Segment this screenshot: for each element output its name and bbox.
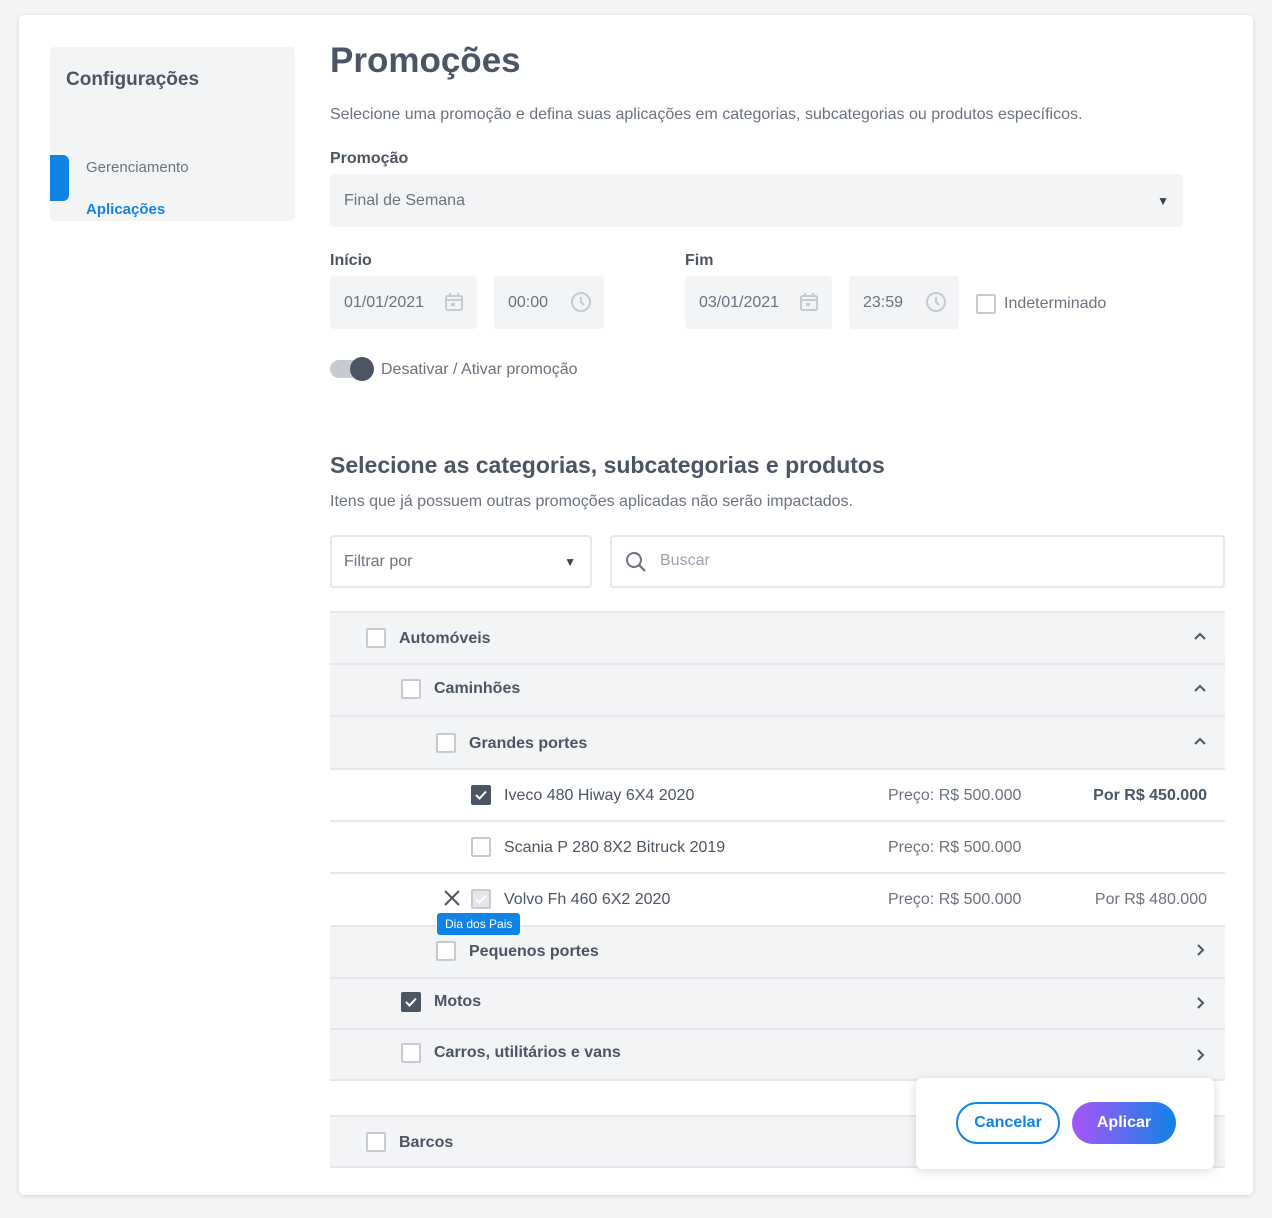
checkbox-product-disabled	[471, 889, 491, 909]
tree-label-automoveis: Automóveis	[399, 630, 491, 647]
sidebar-item-aplicacoes[interactable]: Aplicações	[86, 201, 165, 218]
tree-row-grandes-portes[interactable]: Grandes portes	[330, 715, 1225, 768]
toggle-knob	[350, 357, 374, 381]
checkbox-pequenos-portes[interactable]	[436, 941, 456, 961]
calendar-icon	[443, 291, 465, 318]
chevron-down-icon: ▼	[1157, 193, 1169, 208]
tree-row-carros[interactable]: Carros, utilitários e vans	[330, 1028, 1225, 1081]
product-price: Preço: R$ 500.000	[888, 891, 1022, 908]
tree-label-motos: Motos	[434, 993, 482, 1010]
promo-select[interactable]: Final de Semana ▼	[330, 174, 1183, 227]
tree-row-automoveis[interactable]: Automóveis	[330, 611, 1225, 663]
page-subtitle: Selecione uma promoção e defina suas apl…	[330, 106, 1083, 123]
indeterminate-checkbox[interactable]	[976, 294, 996, 314]
end-time-value: 23:59	[863, 293, 904, 311]
product-name: Iveco 480 Hiway 6X4 2020	[504, 787, 695, 804]
cancel-button[interactable]: Cancelar	[956, 1102, 1060, 1144]
filter-placeholder: Filtrar por	[344, 552, 413, 570]
end-date-field[interactable]: 03/01/2021	[685, 276, 832, 329]
tree-label-carros: Carros, utilitários e vans	[434, 1044, 621, 1061]
apply-button[interactable]: Aplicar	[1072, 1102, 1176, 1144]
indeterminate-label: Indeterminado	[1004, 295, 1107, 312]
calendar-icon	[798, 291, 820, 318]
clock-icon	[925, 291, 947, 318]
chevron-up-icon[interactable]	[1193, 630, 1207, 649]
product-new-price: Por R$ 450.000	[1093, 787, 1207, 804]
clock-icon	[570, 291, 592, 318]
close-icon[interactable]	[443, 889, 461, 912]
start-date-field[interactable]: 01/01/2021	[330, 276, 477, 329]
checkbox-automoveis[interactable]	[366, 628, 386, 648]
product-new-price: Por R$ 480.000	[1094, 891, 1207, 908]
toggle-label: Desativar / Ativar promoção	[381, 361, 578, 378]
tree-label-pequenos-portes: Pequenos portes	[469, 943, 599, 960]
product-price: Preço: R$ 500.000	[888, 839, 1022, 856]
product-name: Scania P 280 8X2 Bitruck 2019	[504, 839, 726, 856]
chevron-right-icon[interactable]	[1193, 943, 1207, 962]
checkbox-motos[interactable]	[401, 992, 421, 1012]
search-icon	[624, 550, 648, 579]
chevron-right-icon[interactable]	[1193, 996, 1207, 1015]
chevron-right-icon[interactable]	[1193, 1048, 1207, 1067]
checkbox-grandes-portes[interactable]	[436, 733, 456, 753]
sidebar-item-gerenciamento[interactable]: Gerenciamento	[86, 159, 189, 176]
action-panel: Cancelar Aplicar	[916, 1078, 1214, 1169]
search-input[interactable]: Buscar	[610, 535, 1225, 588]
sidebar-title: Configurações	[66, 69, 200, 90]
promotion-tag: Dia dos Pais	[437, 913, 521, 935]
start-date-value: 01/01/2021	[344, 293, 425, 311]
product-price: Preço: R$ 500.000	[888, 787, 1022, 804]
sidebar: Configurações Gerenciamento Aplicações	[50, 47, 295, 221]
chevron-down-icon: ▼	[564, 554, 576, 569]
product-row[interactable]: Scania P 280 8X2 Bitruck 2019 Preço: R$ …	[330, 820, 1225, 872]
chevron-up-icon[interactable]	[1193, 735, 1207, 754]
tree-row-motos[interactable]: Motos	[330, 977, 1225, 1028]
start-time-field[interactable]: 00:00	[494, 276, 604, 329]
checkbox-caminhoes[interactable]	[401, 679, 421, 699]
end-date-value: 03/01/2021	[699, 293, 780, 311]
promo-active-toggle[interactable]	[330, 357, 374, 381]
page-card: Configurações Gerenciamento Aplicações P…	[19, 15, 1253, 1195]
promo-label: Promoção	[330, 150, 409, 167]
product-row[interactable]: Iveco 480 Hiway 6X4 2020 Preço: R$ 500.0…	[330, 768, 1225, 820]
checkbox-product[interactable]	[471, 837, 491, 857]
chevron-up-icon[interactable]	[1193, 682, 1207, 701]
promo-select-value: Final de Semana	[344, 191, 465, 209]
product-name: Volvo Fh 460 6X2 2020	[504, 891, 671, 908]
tree-label-caminhoes: Caminhões	[434, 680, 521, 697]
tree-row-caminhoes[interactable]: Caminhões	[330, 663, 1225, 715]
checkbox-barcos[interactable]	[366, 1132, 386, 1152]
section-title: Selecione as categorias, subcategorias e…	[330, 452, 885, 478]
tree-label-barcos: Barcos	[399, 1134, 454, 1151]
checkbox-product[interactable]	[471, 785, 491, 805]
start-time-value: 00:00	[508, 293, 549, 311]
section-subtitle: Itens que já possuem outras promoções ap…	[330, 493, 853, 510]
page-title: Promoções	[330, 41, 521, 80]
start-label: Início	[330, 252, 372, 269]
end-label: Fim	[685, 252, 714, 269]
filter-select[interactable]: Filtrar por ▼	[330, 535, 592, 588]
checkbox-carros[interactable]	[401, 1043, 421, 1063]
tree-label-grandes-portes: Grandes portes	[469, 735, 588, 752]
end-time-field[interactable]: 23:59	[849, 276, 959, 329]
search-placeholder: Buscar	[660, 552, 710, 569]
sidebar-active-indicator	[50, 155, 69, 201]
